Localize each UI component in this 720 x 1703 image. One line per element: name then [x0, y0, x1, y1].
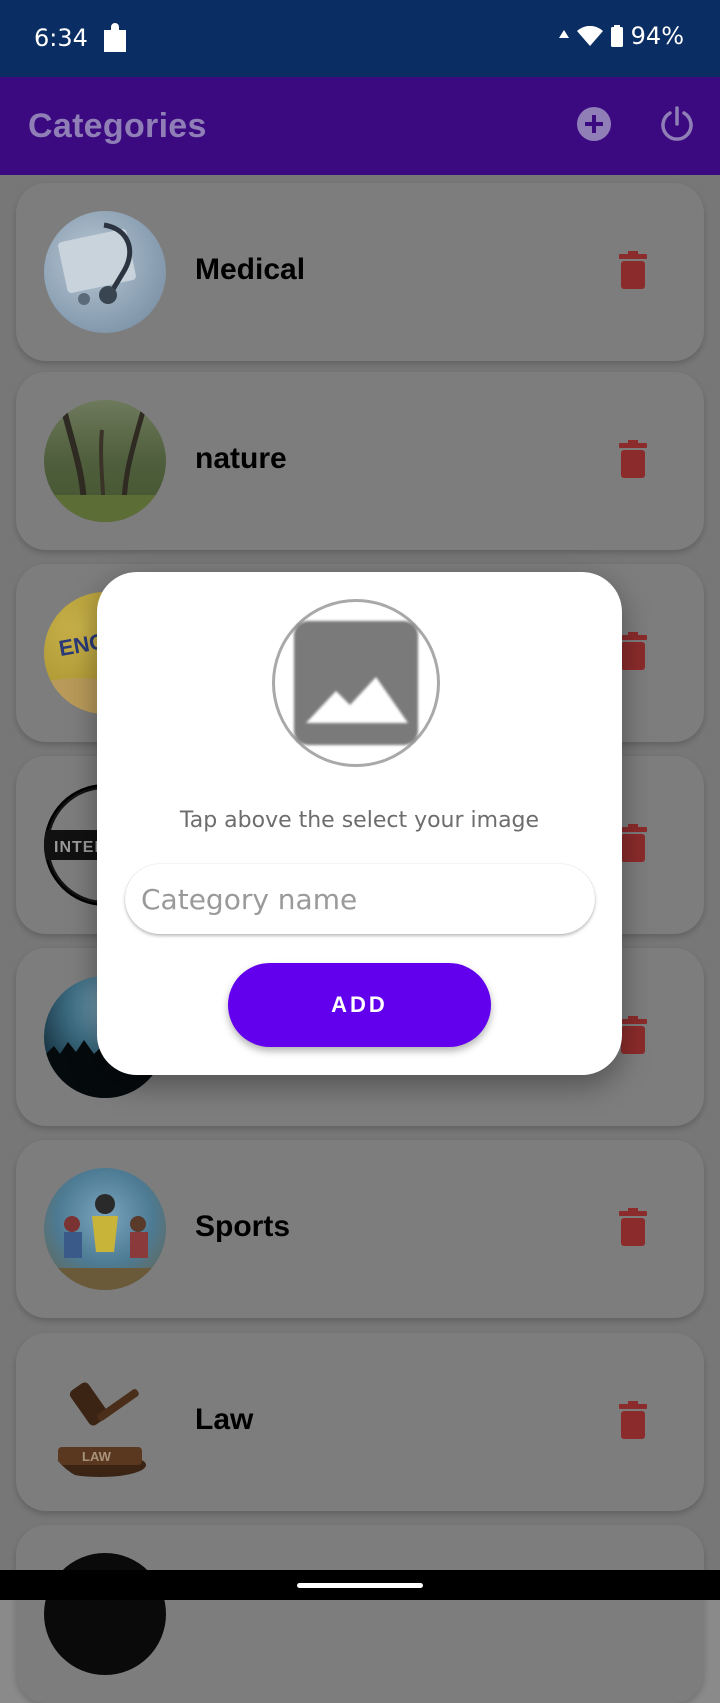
- thumb-text: LAW: [82, 1449, 112, 1464]
- status-bar: 6:34 94%: [0, 0, 720, 77]
- category-card-partial[interactable]: [16, 1525, 704, 1703]
- navigation-bar: [0, 1570, 720, 1600]
- category-card-sports[interactable]: Sports: [16, 1140, 704, 1318]
- category-thumbnail: LAW: [44, 1361, 166, 1483]
- category-thumbnail: [44, 1168, 166, 1290]
- trash-icon[interactable]: [619, 251, 647, 289]
- app-bar: Categories: [0, 77, 720, 175]
- category-name: nature: [195, 442, 287, 475]
- wifi-icon: [576, 26, 603, 46]
- gavel-icon: LAW: [54, 1382, 146, 1477]
- image-picker[interactable]: [272, 599, 440, 767]
- category-name: Law: [195, 1403, 254, 1436]
- add-button[interactable]: ADD: [228, 963, 491, 1047]
- image-picker-hint: Tap above the select your image: [179, 808, 540, 833]
- forest-image-icon: [44, 407, 166, 522]
- category-card-nature[interactable]: nature: [16, 372, 704, 550]
- status-time: 6:34: [34, 24, 88, 52]
- add-category-dialog: Tap above the select your image ADD: [97, 572, 622, 1075]
- category-card-medical[interactable]: Medical: [16, 183, 704, 361]
- athletes-image-icon: [44, 1194, 166, 1290]
- signal-icon: [558, 30, 569, 38]
- category-name: Medical: [195, 253, 306, 286]
- image-placeholder-icon: [294, 621, 418, 745]
- trash-icon[interactable]: [619, 824, 647, 862]
- trash-icon[interactable]: [619, 1401, 647, 1439]
- battery-icon: [610, 25, 623, 47]
- category-name-input[interactable]: [125, 864, 595, 934]
- battery-level: 94%: [630, 22, 684, 50]
- stethoscope-icon: [58, 222, 136, 305]
- trash-icon[interactable]: [619, 440, 647, 478]
- status-icons: 94%: [558, 22, 684, 50]
- trash-icon[interactable]: [619, 632, 647, 670]
- category-name: Sports: [195, 1210, 291, 1243]
- category-thumbnail: [44, 211, 166, 333]
- category-card-law[interactable]: LAW Law: [16, 1333, 704, 1511]
- puzzle-icon: [104, 23, 126, 52]
- trash-icon[interactable]: [619, 1208, 647, 1246]
- add-circle-icon[interactable]: [576, 106, 612, 142]
- power-icon[interactable]: [658, 105, 696, 143]
- home-gesture-handle[interactable]: [297, 1583, 423, 1588]
- trash-icon[interactable]: [619, 1016, 647, 1054]
- page-title: Categories: [28, 107, 207, 145]
- category-thumbnail: [44, 400, 166, 522]
